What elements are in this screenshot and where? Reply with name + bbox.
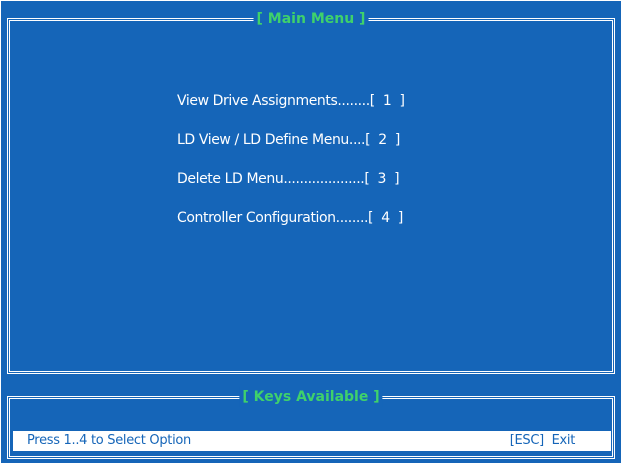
status-hint: Press 1..4 to Select Option: [27, 433, 191, 448]
status-bar: Press 1..4 to Select Option [ESC] Exit: [13, 431, 611, 451]
keys-available-title: [ Keys Available ]: [239, 387, 383, 407]
esc-exit-key[interactable]: [ESC] Exit: [510, 431, 576, 451]
main-menu-title: [ Main Menu ]: [253, 9, 369, 29]
menu-item-ld-view-define[interactable]: LD View / LD Define Menu....[ 2 ]: [177, 128, 405, 152]
menu-item-view-drive-assignments[interactable]: View Drive Assignments........[ 1 ]: [177, 89, 405, 113]
main-menu-list: View Drive Assignments........[ 1 ] LD V…: [177, 89, 405, 245]
menu-item-delete-ld[interactable]: Delete LD Menu....................[ 3 ]: [177, 167, 405, 191]
bios-screen: [ Main Menu ] View Drive Assignments....…: [1, 1, 621, 463]
menu-item-controller-configuration[interactable]: Controller Configuration........[ 4 ]: [177, 206, 405, 230]
